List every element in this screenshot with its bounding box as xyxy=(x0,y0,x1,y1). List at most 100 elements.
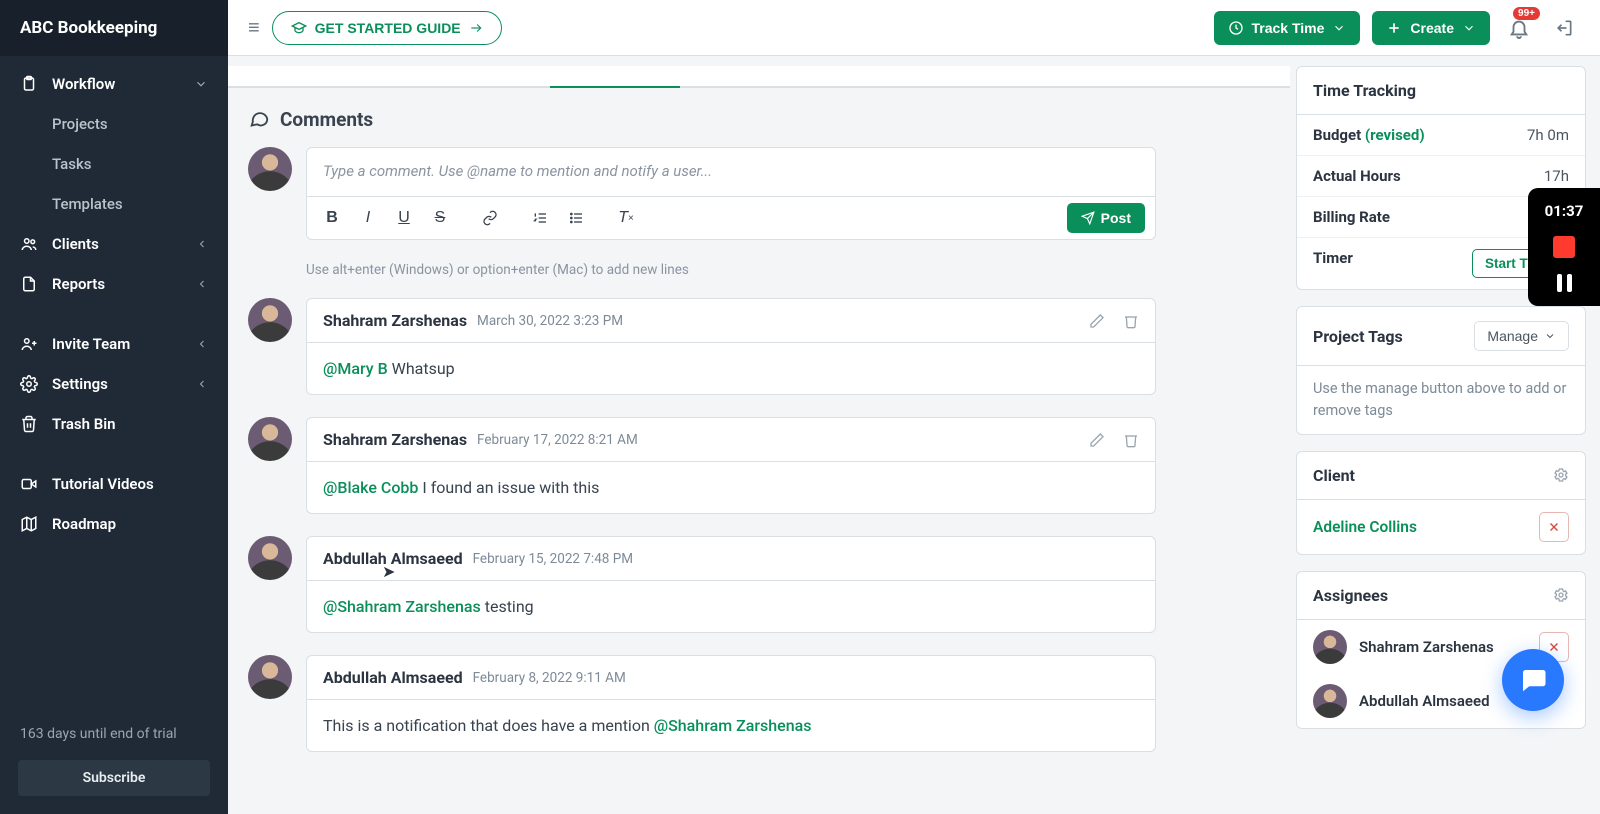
nav-clients[interactable]: Clients xyxy=(0,224,228,264)
mention[interactable]: @Shahram Zarshenas xyxy=(654,716,812,735)
subscribe-button[interactable]: Subscribe xyxy=(18,760,210,796)
assignees-settings-button[interactable] xyxy=(1553,587,1569,603)
send-icon xyxy=(1081,211,1095,225)
avatar xyxy=(248,298,292,342)
nav-settings[interactable]: Settings xyxy=(0,364,228,404)
comments-icon xyxy=(248,109,270,131)
delete-comment-button[interactable] xyxy=(1123,313,1139,329)
comment-card: Abdullah AlmsaeedFebruary 15, 2022 7:48 … xyxy=(306,536,1156,633)
create-label: Create xyxy=(1410,20,1454,36)
post-button[interactable]: Post xyxy=(1067,203,1145,233)
menu-toggle-icon[interactable]: ≡ xyxy=(248,15,260,40)
close-icon xyxy=(1547,640,1561,654)
comment-composer: Type a comment. Use @name to mention and… xyxy=(306,147,1156,240)
recorder-time: 01:37 xyxy=(1545,202,1584,220)
chevron-down-icon xyxy=(1544,330,1556,342)
delete-comment-button[interactable] xyxy=(1123,432,1139,448)
plus-icon xyxy=(1386,20,1402,36)
composer-hint: Use alt+enter (Windows) or option+enter … xyxy=(306,262,1270,278)
chevron-down-icon xyxy=(1462,21,1476,35)
comment-card: Abdullah AlmsaeedFebruary 8, 2022 9:11 A… xyxy=(306,655,1156,752)
mention[interactable]: @Shahram Zarshenas xyxy=(323,597,481,616)
create-button[interactable]: Create xyxy=(1372,11,1490,45)
trash-icon xyxy=(1123,432,1139,448)
exit-icon xyxy=(1554,18,1574,38)
edit-icon xyxy=(1089,432,1105,448)
assignee-name: Abdullah Almsaeed xyxy=(1359,692,1490,710)
nav-invite-team[interactable]: Invite Team xyxy=(0,324,228,364)
exit-button[interactable] xyxy=(1548,12,1580,44)
track-time-button[interactable]: Track Time xyxy=(1214,11,1361,45)
nav-reports[interactable]: Reports xyxy=(0,264,228,304)
ordered-list-button[interactable] xyxy=(525,203,555,233)
nav-templates[interactable]: Templates xyxy=(0,184,228,224)
nav-tasks[interactable]: Tasks xyxy=(0,144,228,184)
trash-icon xyxy=(20,415,38,433)
comment-input[interactable]: Type a comment. Use @name to mention and… xyxy=(307,148,1155,196)
recorder-stop-button[interactable] xyxy=(1553,236,1575,258)
mention[interactable]: @Mary B xyxy=(323,359,388,378)
comment-date: February 17, 2022 8:21 AM xyxy=(477,432,638,448)
avatar xyxy=(1313,630,1347,664)
chevron-left-icon xyxy=(196,338,208,350)
comment-body: @Blake Cobb I found an issue with this xyxy=(307,462,1155,513)
nav-workflow-label: Workflow xyxy=(52,75,115,93)
link-icon xyxy=(482,210,498,226)
nav-trash[interactable]: Trash Bin xyxy=(0,404,228,444)
manage-tags-button[interactable]: Manage xyxy=(1474,321,1569,351)
chevron-left-icon xyxy=(196,278,208,290)
edit-comment-button[interactable] xyxy=(1089,432,1105,448)
recorder-pause-button[interactable] xyxy=(1557,274,1572,292)
chevron-left-icon xyxy=(196,238,208,250)
nav-tutorials[interactable]: Tutorial Videos xyxy=(0,464,228,504)
nav-tutorials-label: Tutorial Videos xyxy=(52,475,154,493)
nav-workflow[interactable]: Workflow xyxy=(0,64,228,104)
assignee-name: Shahram Zarshenas xyxy=(1359,638,1494,656)
video-icon xyxy=(20,475,38,493)
chevron-left-icon xyxy=(196,378,208,390)
notification-badge: 99+ xyxy=(1513,7,1540,20)
remove-client-button[interactable] xyxy=(1539,512,1569,542)
avatar xyxy=(248,417,292,461)
guide-label: GET STARTED GUIDE xyxy=(315,20,461,36)
file-icon xyxy=(20,275,38,293)
strike-button[interactable]: S xyxy=(425,203,455,233)
comment-body: @Shahram Zarshenas testing xyxy=(307,581,1155,632)
client-name[interactable]: Adeline Collins xyxy=(1313,518,1417,536)
underline-button[interactable]: U xyxy=(389,203,419,233)
edit-comment-button[interactable] xyxy=(1089,313,1105,329)
nav-projects[interactable]: Projects xyxy=(0,104,228,144)
unordered-list-button[interactable] xyxy=(561,203,591,233)
chevron-down-icon xyxy=(194,77,208,91)
arrow-right-icon xyxy=(469,21,483,35)
nav-roadmap[interactable]: Roadmap xyxy=(0,504,228,544)
italic-button[interactable]: I xyxy=(353,203,383,233)
get-started-guide-button[interactable]: GET STARTED GUIDE xyxy=(272,11,502,45)
clear-format-button[interactable]: T× xyxy=(611,203,641,233)
comment-body: @Mary B Whatsup xyxy=(307,343,1155,394)
screen-recorder-widget[interactable]: 01:37 xyxy=(1528,188,1600,306)
avatar xyxy=(248,655,292,699)
chat-fab[interactable] xyxy=(1502,649,1564,711)
assignees-title: Assignees xyxy=(1313,586,1388,605)
comment-author: Shahram Zarshenas xyxy=(323,430,467,449)
nav-settings-label: Settings xyxy=(52,375,108,393)
user-plus-icon xyxy=(20,335,38,353)
client-card: Client Adeline Collins xyxy=(1296,451,1586,555)
bold-button[interactable]: B xyxy=(317,203,347,233)
mention[interactable]: @Blake Cobb xyxy=(323,478,418,497)
client-settings-button[interactable] xyxy=(1553,467,1569,483)
list-ul-icon xyxy=(568,210,584,226)
chevron-down-icon xyxy=(1332,21,1346,35)
tags-hint: Use the manage button above to add or re… xyxy=(1297,366,1585,434)
current-user-avatar xyxy=(248,147,292,191)
gear-icon xyxy=(1553,587,1569,603)
close-icon xyxy=(1547,520,1561,534)
comments-heading: Comments xyxy=(248,108,1270,131)
notifications-button[interactable]: 99+ xyxy=(1502,11,1536,45)
comment-card: Shahram Zarshenas February 17, 2022 8:21 … xyxy=(306,417,1156,514)
nav-trash-label: Trash Bin xyxy=(52,415,116,433)
gear-icon xyxy=(1553,467,1569,483)
link-button[interactable] xyxy=(475,203,505,233)
project-tags-card: Project Tags Manage Use the manage butto… xyxy=(1296,306,1586,435)
